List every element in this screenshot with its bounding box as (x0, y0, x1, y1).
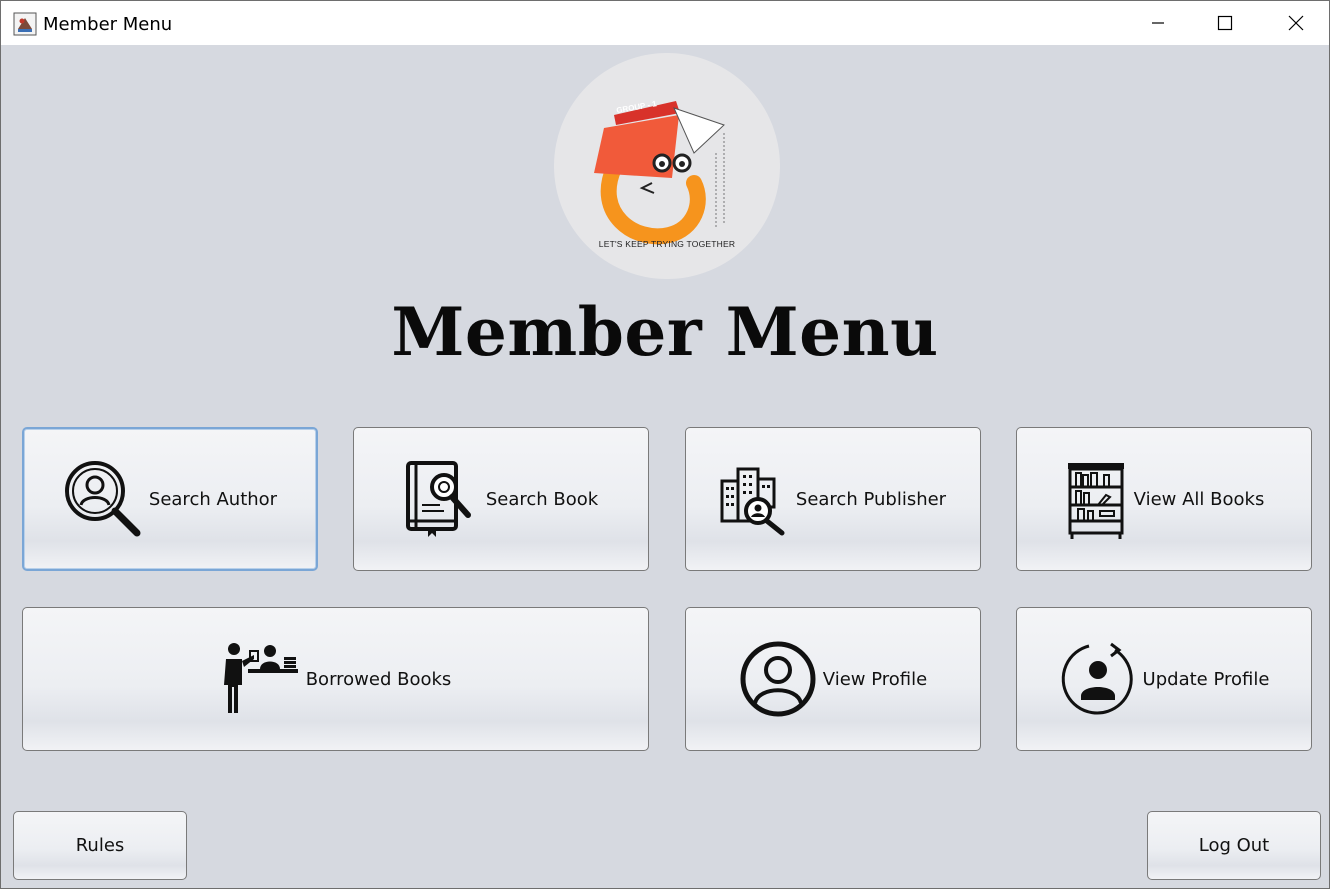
user-search-icon (63, 459, 143, 539)
log-out-button[interactable]: Log Out (1147, 811, 1321, 880)
bookshelf-icon (1064, 459, 1128, 539)
borrowed-books-label: Borrowed Books (305, 668, 452, 690)
close-button[interactable] (1261, 1, 1330, 45)
title-bar[interactable]: Member Menu (1, 1, 1329, 45)
user-refresh-icon (1059, 640, 1137, 718)
borrowed-books-button[interactable]: Borrowed Books (22, 607, 649, 751)
window-title: Member Menu (43, 14, 173, 35)
view-all-books-label: View All Books (1133, 488, 1265, 510)
user-circle-icon (739, 640, 817, 718)
rules-label: Rules (75, 835, 125, 856)
view-all-books-button[interactable]: View All Books (1016, 427, 1312, 571)
content-area: GROUP - 1 LET'S KEEP TRYING TOGETHER Mem… (1, 45, 1329, 889)
close-icon (1288, 15, 1304, 31)
search-author-button[interactable]: Search Author (22, 427, 318, 571)
minimize-button[interactable] (1123, 1, 1193, 45)
building-search-icon (720, 461, 790, 537)
group-logo: GROUP - 1 LET'S KEEP TRYING TOGETHER (554, 53, 780, 279)
search-publisher-button[interactable]: Search Publisher (685, 427, 981, 571)
view-profile-button[interactable]: View Profile (685, 607, 981, 751)
search-book-label: Search Book (485, 488, 599, 510)
page-title: Member Menu (391, 293, 939, 371)
book-search-icon (404, 459, 480, 539)
search-publisher-label: Search Publisher (795, 488, 947, 510)
member-menu-window: Member Menu GROUP - 1 LET'S KEEP TRYING … (0, 0, 1330, 889)
minimize-icon (1152, 22, 1164, 24)
maximize-button[interactable] (1190, 1, 1260, 45)
view-profile-label: View Profile (822, 668, 928, 690)
update-profile-label: Update Profile (1142, 668, 1270, 690)
java-app-icon (13, 12, 37, 36)
search-book-button[interactable]: Search Book (353, 427, 649, 571)
log-out-label: Log Out (1198, 835, 1270, 856)
update-profile-button[interactable]: Update Profile (1016, 607, 1312, 751)
maximize-icon (1217, 15, 1233, 31)
logo-badge: GROUP - 1 (616, 99, 676, 115)
librarian-desk-icon (220, 641, 300, 717)
rules-button[interactable]: Rules (13, 811, 187, 880)
search-author-label: Search Author (148, 488, 278, 510)
logo-tagline: LET'S KEEP TRYING TOGETHER (598, 239, 736, 249)
